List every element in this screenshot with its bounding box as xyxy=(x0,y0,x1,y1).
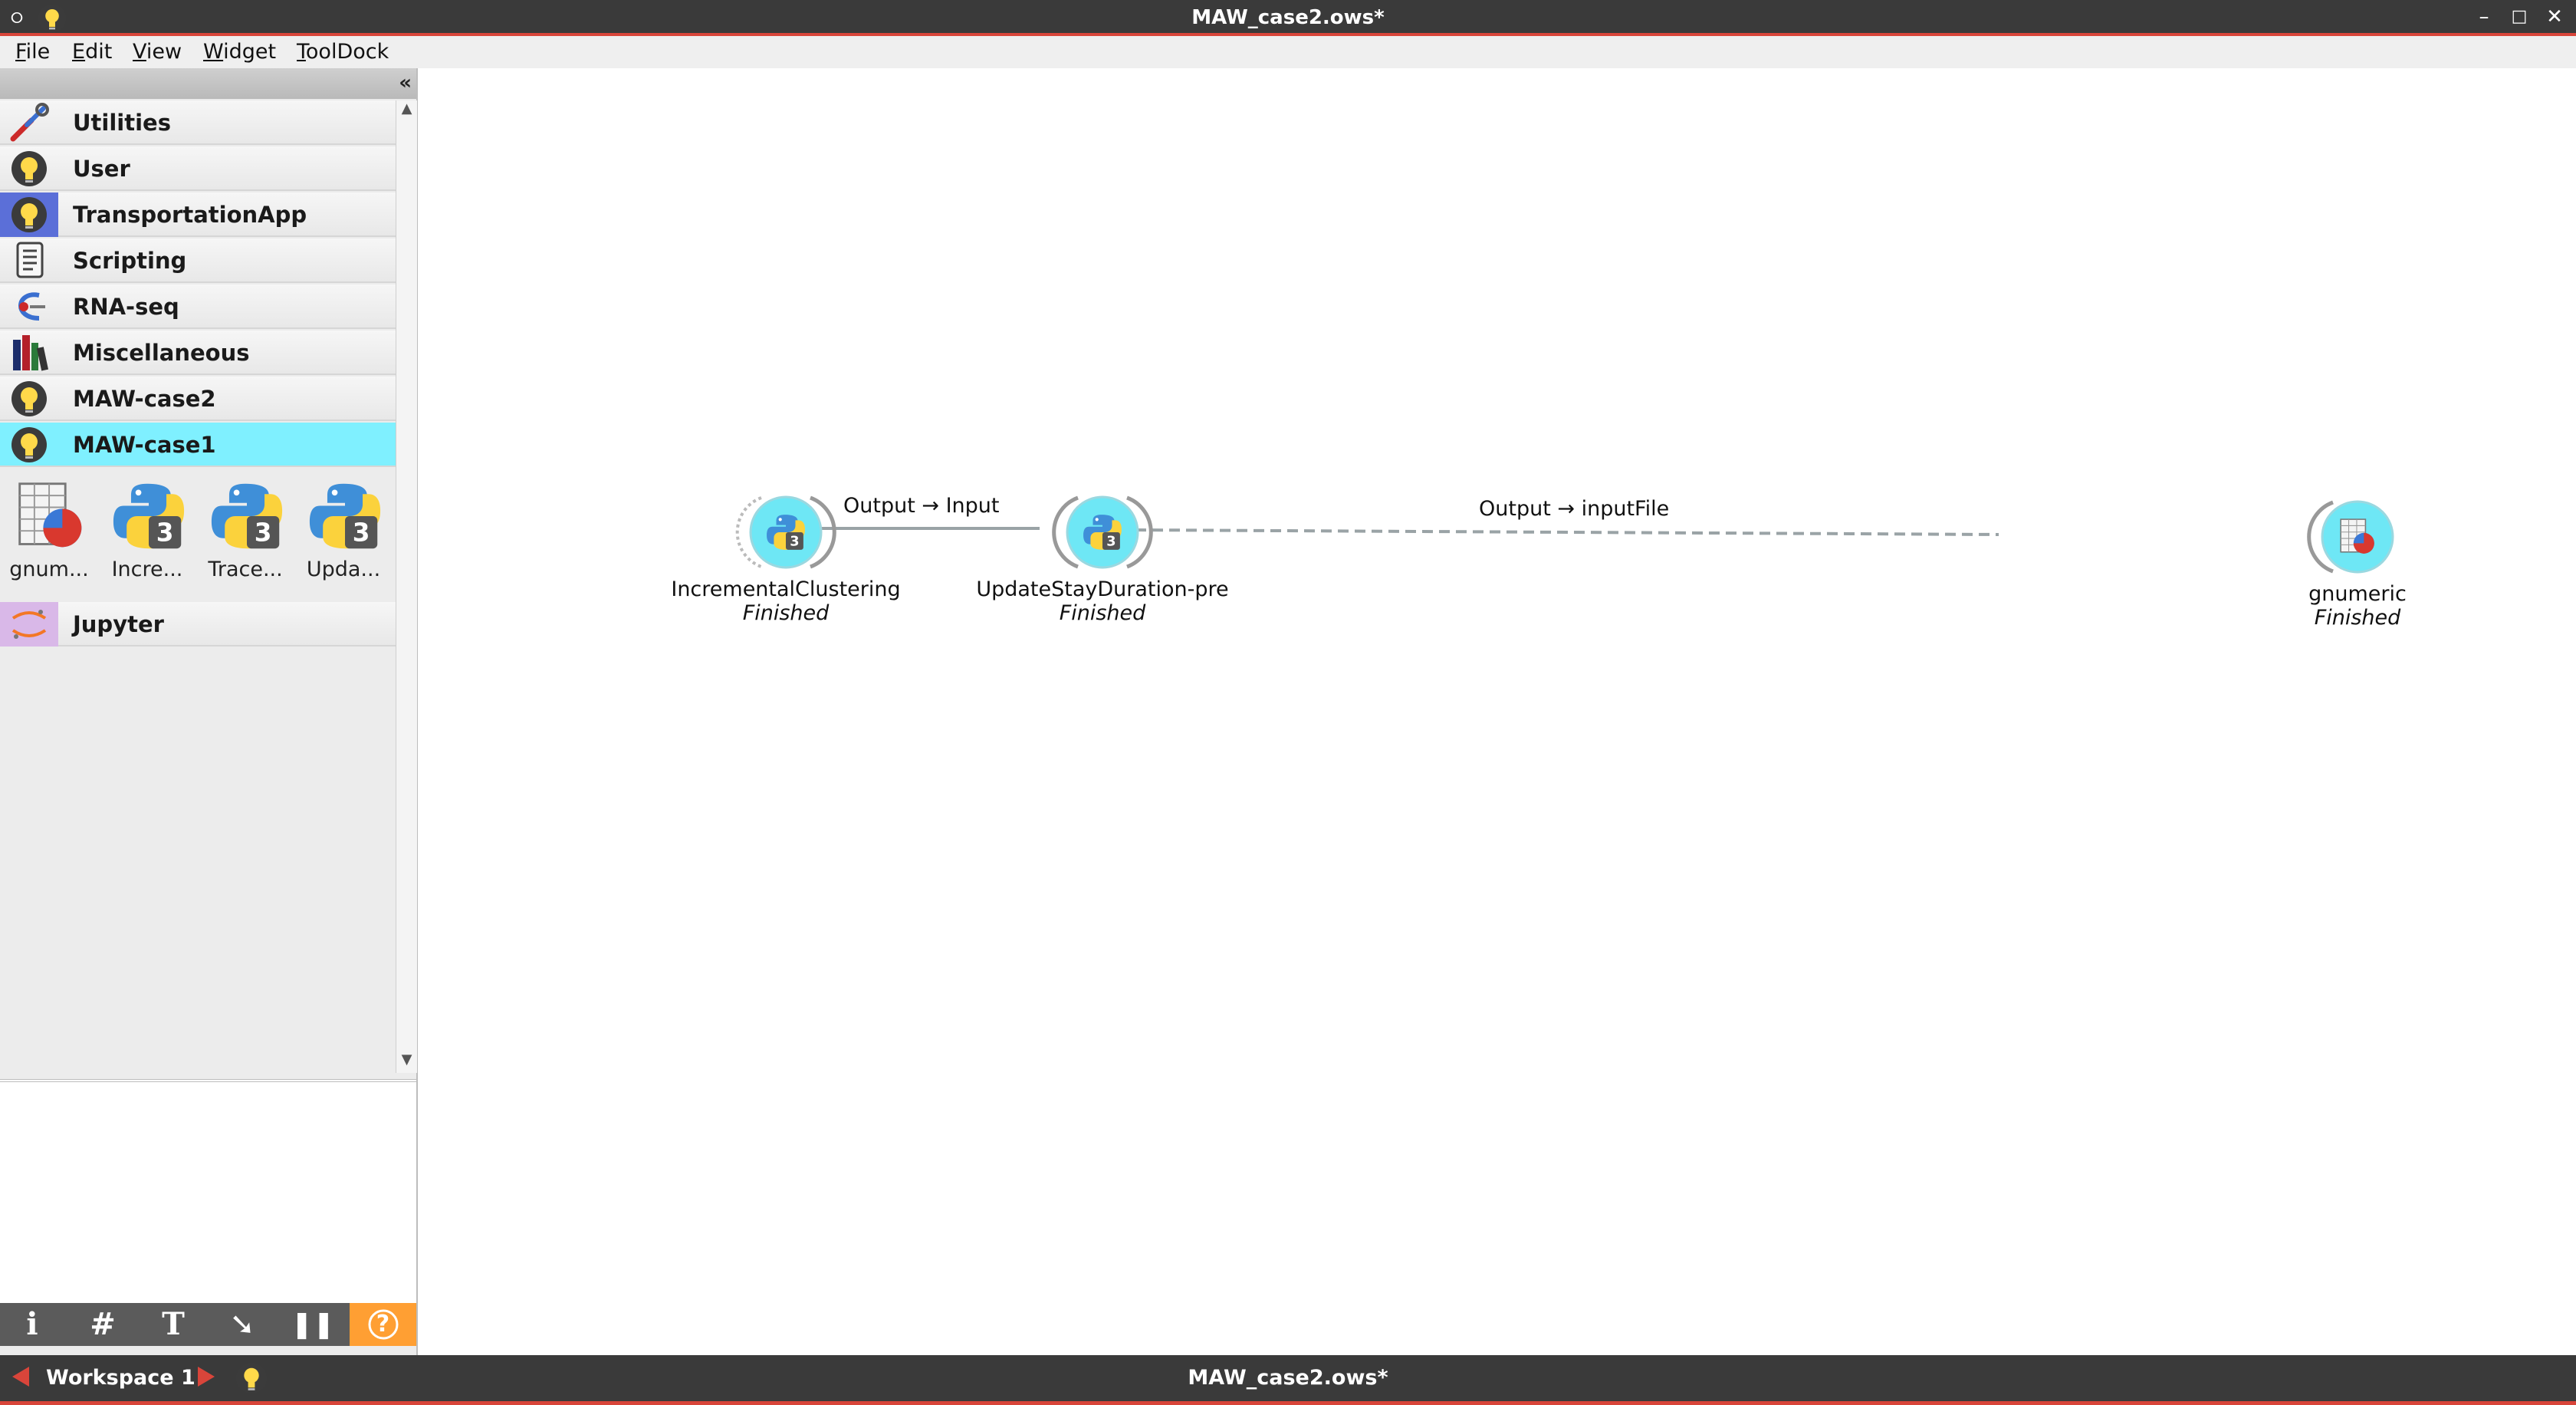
link-label: Output → inputFile xyxy=(1479,497,1670,521)
grid-button[interactable]: # xyxy=(78,1303,127,1346)
category-label: MAW-case1 xyxy=(73,432,216,458)
category-label: User xyxy=(73,156,130,182)
arrow-annotation-button[interactable]: ➘ xyxy=(218,1303,267,1346)
category-scripting[interactable]: Scripting xyxy=(0,239,396,283)
node-title: gnumeric xyxy=(2308,582,2407,606)
widget-description-panel xyxy=(0,1079,416,1305)
category-list: Utilities User TransportationApp Scripti… xyxy=(0,100,396,1073)
category-label: RNA-seq xyxy=(73,294,179,320)
rna-icon xyxy=(0,285,58,329)
category-label: MAW-case2 xyxy=(73,386,216,412)
dock-header: « xyxy=(0,68,416,99)
minimize-button[interactable]: – xyxy=(2470,3,2498,31)
menu-file[interactable]: File xyxy=(15,36,50,68)
category-label: Miscellaneous xyxy=(73,340,250,366)
collapse-dock-button[interactable]: « xyxy=(399,71,412,94)
node-title: UpdateStayDuration-pre xyxy=(976,577,1229,601)
status-bar: Workspace 1 MAW_case2.ows* xyxy=(0,1355,2576,1405)
script-icon xyxy=(0,239,58,283)
menu-edit[interactable]: Edit xyxy=(72,36,112,68)
menu-bar: File Edit View Widget ToolDock xyxy=(0,36,2576,69)
jupyter-icon xyxy=(0,602,58,647)
window-titlebar: ⭘ MAW_case2.ows* – □ ✕ xyxy=(0,0,2576,36)
link-label: Output → Input xyxy=(843,494,1000,518)
close-button[interactable]: ✕ xyxy=(2541,3,2568,31)
bulb-icon xyxy=(0,377,58,421)
category-user[interactable]: User xyxy=(0,146,396,191)
widget-label: Upda... xyxy=(306,558,381,581)
node-gnumeric[interactable]: gnumeric Finished xyxy=(2246,495,2469,630)
info-button[interactable]: i xyxy=(8,1303,57,1346)
dock-scrollbar[interactable]: ▲ ▼ xyxy=(396,100,417,1073)
node-state: Finished xyxy=(1059,601,1146,625)
workflow-links xyxy=(787,527,1999,536)
scroll-down-icon[interactable]: ▼ xyxy=(396,1051,417,1073)
python-icon xyxy=(308,479,382,553)
help-label: ? xyxy=(376,1311,390,1338)
widget-label: Trace... xyxy=(208,558,283,581)
category-miscellaneous[interactable]: Miscellaneous xyxy=(0,331,396,375)
spreadsheet-icon xyxy=(14,479,87,553)
widget-gnumeric[interactable]: gnum... xyxy=(0,469,98,602)
category-transportationapp[interactable]: TransportationApp xyxy=(0,192,396,237)
category-jupyter[interactable]: Jupyter xyxy=(0,602,396,647)
link-line[interactable] xyxy=(1135,528,1999,536)
category-label: TransportationApp xyxy=(73,202,307,228)
category-maw-case2[interactable]: MAW-case2 xyxy=(0,377,396,421)
widget-incremental[interactable]: Incre... xyxy=(98,469,196,602)
tools-icon xyxy=(0,100,58,145)
bulb-icon xyxy=(0,146,58,191)
books-icon xyxy=(0,331,58,375)
menu-view[interactable]: View xyxy=(133,36,182,68)
menu-widget[interactable]: Widget xyxy=(203,36,276,68)
widget-grid: gnum... Incre... Trace... Upda... xyxy=(0,469,396,602)
widget-dock: « Utilities User TransportationApp Scrip… xyxy=(0,68,418,1355)
window-title: MAW_case2.ows* xyxy=(1191,6,1385,29)
node-state: Finished xyxy=(742,601,830,625)
category-rna-seq[interactable]: RNA-seq xyxy=(0,285,396,329)
category-label: Jupyter xyxy=(73,611,164,637)
bulb-icon xyxy=(0,423,58,467)
widget-label: Incre... xyxy=(111,558,183,581)
node-anchor-ring xyxy=(1052,495,1153,569)
category-label: Utilities xyxy=(73,110,171,136)
widget-label: gnum... xyxy=(9,558,89,581)
status-title: MAW_case2.ows* xyxy=(1188,1366,1388,1390)
bulb-icon xyxy=(0,192,58,237)
category-maw-case1[interactable]: MAW-case1 xyxy=(0,423,396,467)
category-utilities[interactable]: Utilities xyxy=(0,100,396,145)
category-label: Scripting xyxy=(73,248,187,274)
node-anchor-ring xyxy=(735,495,836,569)
node-anchor-ring xyxy=(2307,500,2394,574)
dock-toolbar: i # T ➘ ❚❚ ? xyxy=(0,1303,416,1346)
python-icon xyxy=(112,479,186,553)
widget-update[interactable]: Upda... xyxy=(294,469,393,602)
node-state: Finished xyxy=(2314,606,2401,630)
menu-tooldock[interactable]: ToolDock xyxy=(297,36,389,68)
maximize-button[interactable]: □ xyxy=(2505,3,2533,31)
widget-trace[interactable]: Trace... xyxy=(196,469,294,602)
pause-button[interactable]: ❚❚ xyxy=(288,1303,337,1346)
node-title: IncrementalClustering xyxy=(671,577,901,601)
help-button[interactable]: ? xyxy=(350,1303,416,1346)
text-annotation-button[interactable]: T xyxy=(149,1303,198,1346)
node-updatestayduration-pre[interactable]: UpdateStayDuration-pre Finished xyxy=(957,490,1248,625)
workflow-canvas[interactable]: IncrementalClustering Finished UpdateSta… xyxy=(418,68,2576,1355)
scroll-up-icon[interactable]: ▲ xyxy=(396,100,417,122)
python-icon xyxy=(210,479,284,553)
